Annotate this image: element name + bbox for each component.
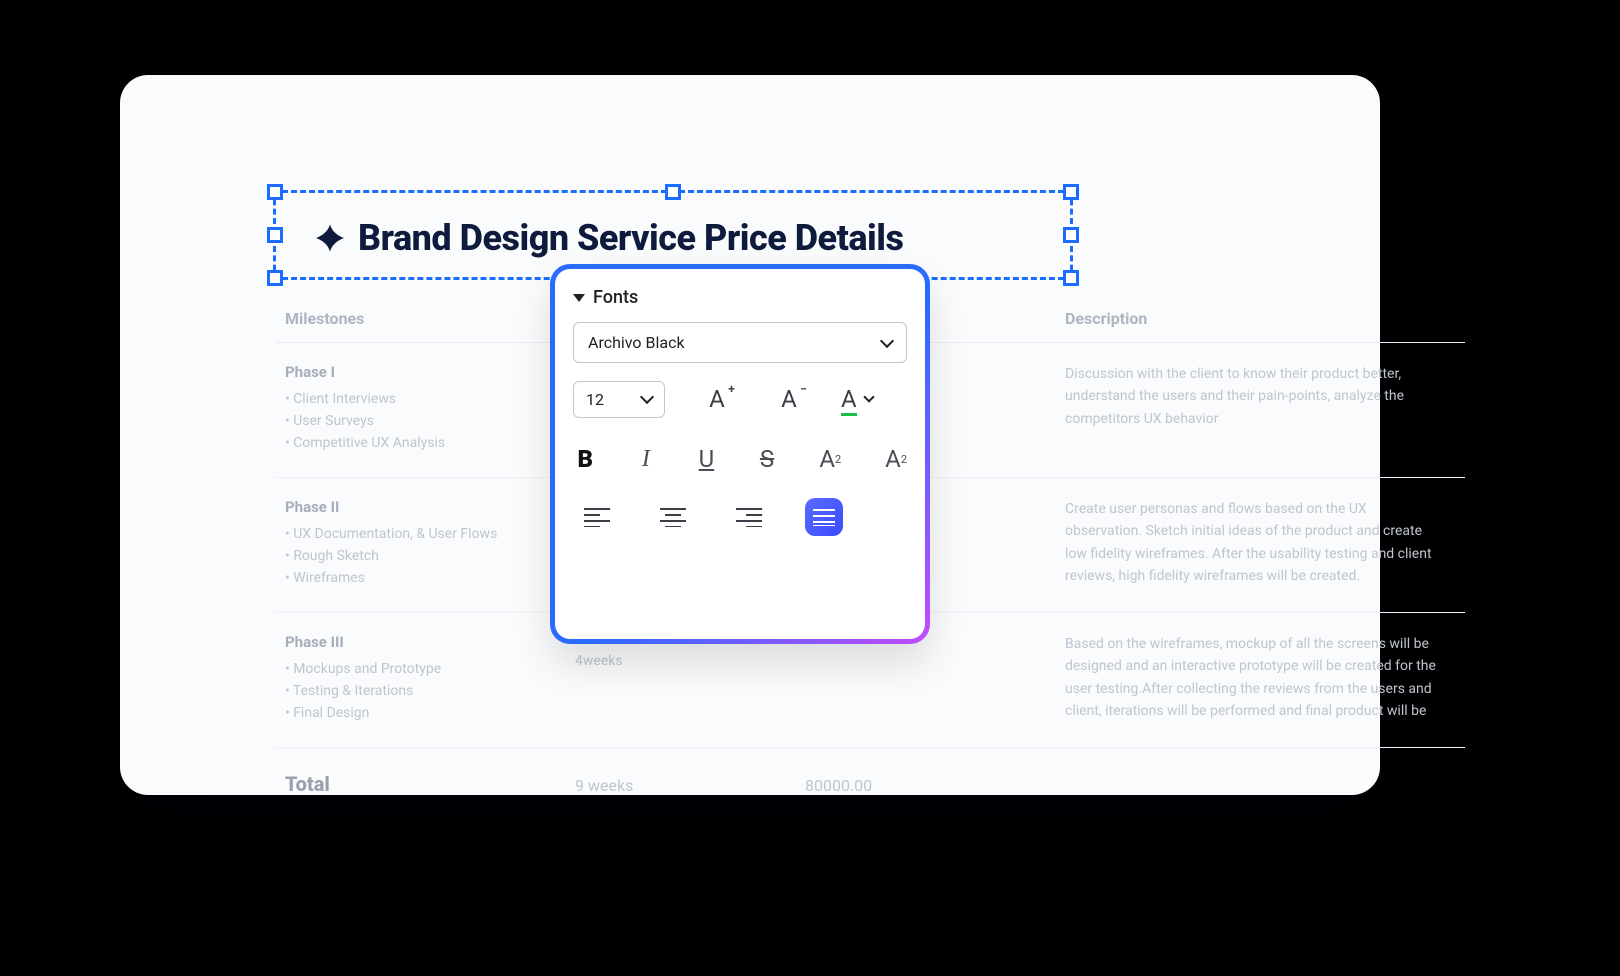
increase-font-button[interactable]: A+ (697, 379, 737, 419)
chevron-down-icon[interactable] (863, 391, 874, 402)
col-description: Description (1065, 309, 1455, 328)
description-text: Based on the wireframes, mockup of all t… (1065, 633, 1445, 723)
bullet-item: • UX Documentation, & User Flows (285, 526, 575, 542)
bullet-item: • Testing & Iterations (285, 683, 575, 699)
resize-handle[interactable] (1063, 270, 1079, 286)
bullet-item: • Mockups and Prototype (285, 661, 575, 677)
chevron-down-icon (880, 333, 894, 347)
bold-button[interactable]: B (577, 439, 594, 479)
page-title[interactable]: Brand Design Service Price Details (358, 217, 903, 259)
sparkle-icon (316, 224, 344, 252)
panel-title: Fonts (593, 287, 638, 308)
description-text: Create user personas and flows based on … (1065, 498, 1445, 588)
table-footer: Total 9 weeks 80000.00 (275, 748, 1465, 806)
bullet-item: • Rough Sketch (285, 548, 575, 564)
total-label: Total (285, 772, 575, 796)
resize-handle[interactable] (267, 270, 283, 286)
superscript-button[interactable]: A2 (819, 439, 841, 479)
total-cost: 80000.00 (805, 772, 1065, 796)
phase-label: Phase II (285, 498, 575, 516)
chevron-down-icon (640, 390, 654, 404)
resize-handle[interactable] (1063, 184, 1079, 200)
font-size-select[interactable]: 12 (573, 381, 665, 418)
panel-header[interactable]: Fonts (573, 287, 907, 308)
col-milestones: Milestones (285, 309, 575, 328)
font-size-value: 12 (586, 390, 604, 409)
bullet-item: • Final Design (285, 705, 575, 721)
decrease-font-button[interactable]: A− (769, 379, 809, 419)
underline-button[interactable]: U (698, 439, 715, 479)
italic-button[interactable]: I (638, 439, 655, 479)
resize-handle[interactable] (665, 184, 681, 200)
resize-handle[interactable] (267, 227, 283, 243)
fonts-panel[interactable]: Fonts Archivo Black 12 A+ A− A (550, 264, 930, 644)
resize-handle[interactable] (1063, 227, 1079, 243)
resize-handle[interactable] (267, 184, 283, 200)
description-text: Discussion with the client to know their… (1065, 363, 1445, 430)
font-family-select[interactable]: Archivo Black (573, 322, 907, 363)
phase-label: Phase III (285, 633, 575, 651)
collapse-icon (573, 294, 585, 302)
subscript-button[interactable]: A2 (885, 439, 907, 479)
align-left-button[interactable] (577, 497, 617, 537)
align-center-button[interactable] (653, 497, 693, 537)
align-justify-button[interactable] (805, 498, 843, 536)
bullet-item: • Client Interviews (285, 391, 575, 407)
bullet-item: • User Surveys (285, 413, 575, 429)
text-color-button[interactable]: A (841, 379, 857, 419)
total-time: 9 weeks (575, 772, 805, 796)
font-family-value: Archivo Black (588, 333, 685, 352)
bullet-item: • Competitive UX Analysis (285, 435, 575, 451)
bullet-item: • Wireframes (285, 570, 575, 586)
align-right-button[interactable] (729, 497, 769, 537)
strikethrough-button[interactable]: S (759, 439, 776, 479)
phase-label: Phase I (285, 363, 575, 381)
